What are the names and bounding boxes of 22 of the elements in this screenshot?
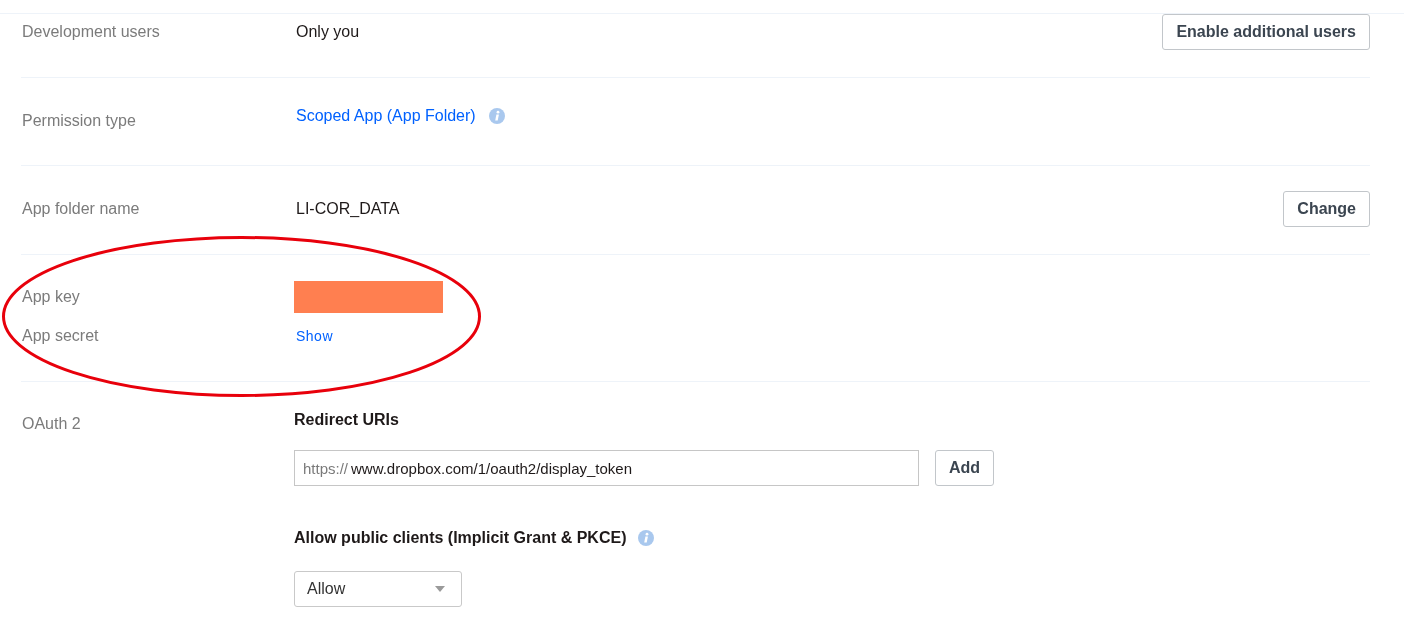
section-heading: Redirect URIs [294,410,399,430]
dropdown-select[interactable]: Allow [294,571,462,607]
action-button[interactable]: Change [1283,191,1370,227]
field-label: Permission type [22,111,136,131]
url-prefix: https:// [303,459,349,477]
info-icon[interactable] [638,530,655,546]
value-link[interactable]: Scoped App (App Folder) [296,103,476,129]
uri-input[interactable]: www.dropbox.com/1/oauth2/display_token [351,459,910,477]
field-label: App folder name [22,199,140,219]
add-button[interactable]: Add [935,450,995,486]
field-label: App key [22,287,80,307]
field-value: LI-COR_DATA [296,199,400,219]
info-icon[interactable] [488,108,505,124]
action-button[interactable]: Enable additional users [1162,14,1370,50]
field-label: OAuth 2 [22,414,81,434]
caret-icon [435,586,445,592]
field-value: Only you [296,22,360,42]
field-label: Development users [22,22,160,42]
show-link[interactable]: Show [296,326,334,346]
section-heading: Allow public clients (Implicit Grant & PKCE) [294,528,627,548]
redirect-uri-field[interactable]: https:// www.dropbox.com/1/oauth2/display_token [294,450,919,486]
field-label: App secret [22,326,99,346]
